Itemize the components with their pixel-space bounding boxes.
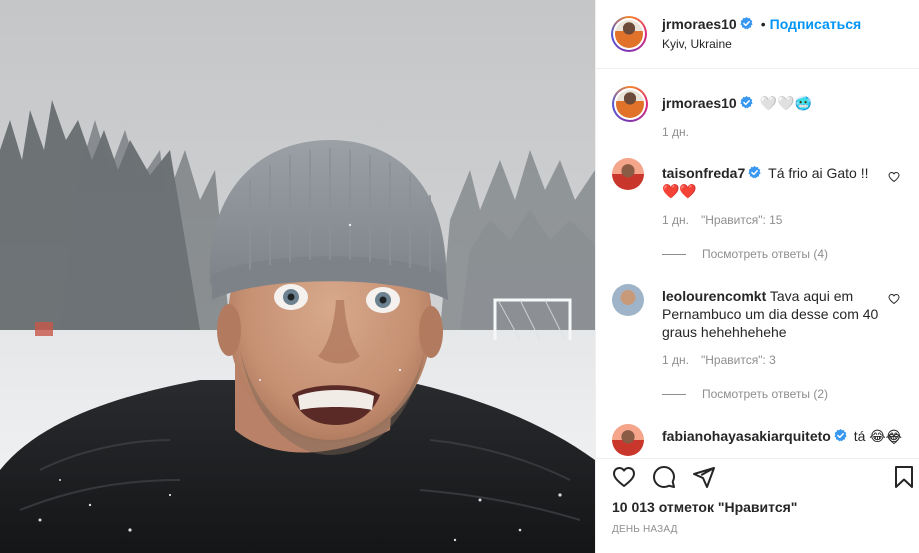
comment-avatar[interactable] — [612, 284, 644, 316]
comments-list[interactable]: jrmoraes10 🤍🤍🥶 1 дн. taisonfreda7 Tá fri… — [596, 70, 919, 458]
comment-time[interactable]: 1 дн. — [662, 213, 689, 227]
comment-icon[interactable] — [652, 465, 676, 489]
heart-icon[interactable] — [888, 293, 900, 305]
caption-username[interactable]: jrmoraes10 — [662, 95, 737, 111]
snow-selfie-image — [0, 0, 595, 553]
share-icon[interactable] — [692, 465, 716, 489]
separator-dot: • — [760, 16, 766, 32]
caption-time[interactable]: 1 дн. — [662, 125, 689, 139]
post-actions: 10 013 отметок "Нравится" День назад — [596, 458, 919, 553]
comment-likes[interactable]: "Нравится": 15 — [701, 213, 783, 227]
caption-avatar[interactable] — [612, 86, 648, 122]
verified-badge-icon — [834, 429, 847, 442]
replies-divider — [662, 253, 686, 255]
heart-icon[interactable] — [612, 465, 636, 489]
verified-badge-icon — [748, 166, 761, 179]
caption-text: 🤍🤍🥶 — [759, 95, 812, 111]
comment-avatar[interactable] — [612, 424, 644, 456]
heart-icon[interactable] — [888, 433, 900, 445]
comment-username[interactable]: leolourencomkt — [662, 288, 766, 304]
likes-count[interactable]: 10 013 отметок "Нравится" — [612, 499, 797, 515]
comment-avatar[interactable] — [612, 158, 644, 190]
follow-button[interactable]: Подписаться — [770, 16, 862, 32]
post-details-panel: jrmoraes10 • Подписаться Kyiv, Ukraine jrm… — [595, 0, 919, 553]
author-username[interactable]: jrmoraes10 — [662, 16, 737, 32]
comment-time[interactable]: 1 дн. — [662, 353, 689, 367]
view-replies-button[interactable]: Посмотреть ответы (2) — [662, 387, 828, 401]
post-location[interactable]: Kyiv, Ukraine — [662, 37, 732, 51]
comment-username[interactable]: fabianohayasakiarquiteto — [662, 428, 831, 444]
author-avatar[interactable] — [611, 16, 647, 52]
bookmark-icon[interactable] — [892, 465, 916, 489]
post-photo[interactable] — [0, 0, 595, 553]
comment-likes[interactable]: "Нравится": 3 — [701, 353, 776, 367]
comment-username[interactable]: taisonfreda7 — [662, 165, 745, 181]
verified-badge-icon — [740, 17, 753, 30]
replies-divider — [662, 393, 686, 395]
verified-badge-icon — [740, 96, 753, 109]
view-replies-label: Посмотреть ответы (2) — [702, 387, 829, 401]
post-header: jrmoraes10 • Подписаться Kyiv, Ukraine — [596, 0, 919, 69]
heart-icon[interactable] — [888, 171, 900, 183]
post-date[interactable]: День назад — [612, 524, 678, 535]
view-replies-label: Посмотреть ответы (4) — [702, 247, 829, 261]
view-replies-button[interactable]: Посмотреть ответы (4) — [662, 247, 828, 261]
